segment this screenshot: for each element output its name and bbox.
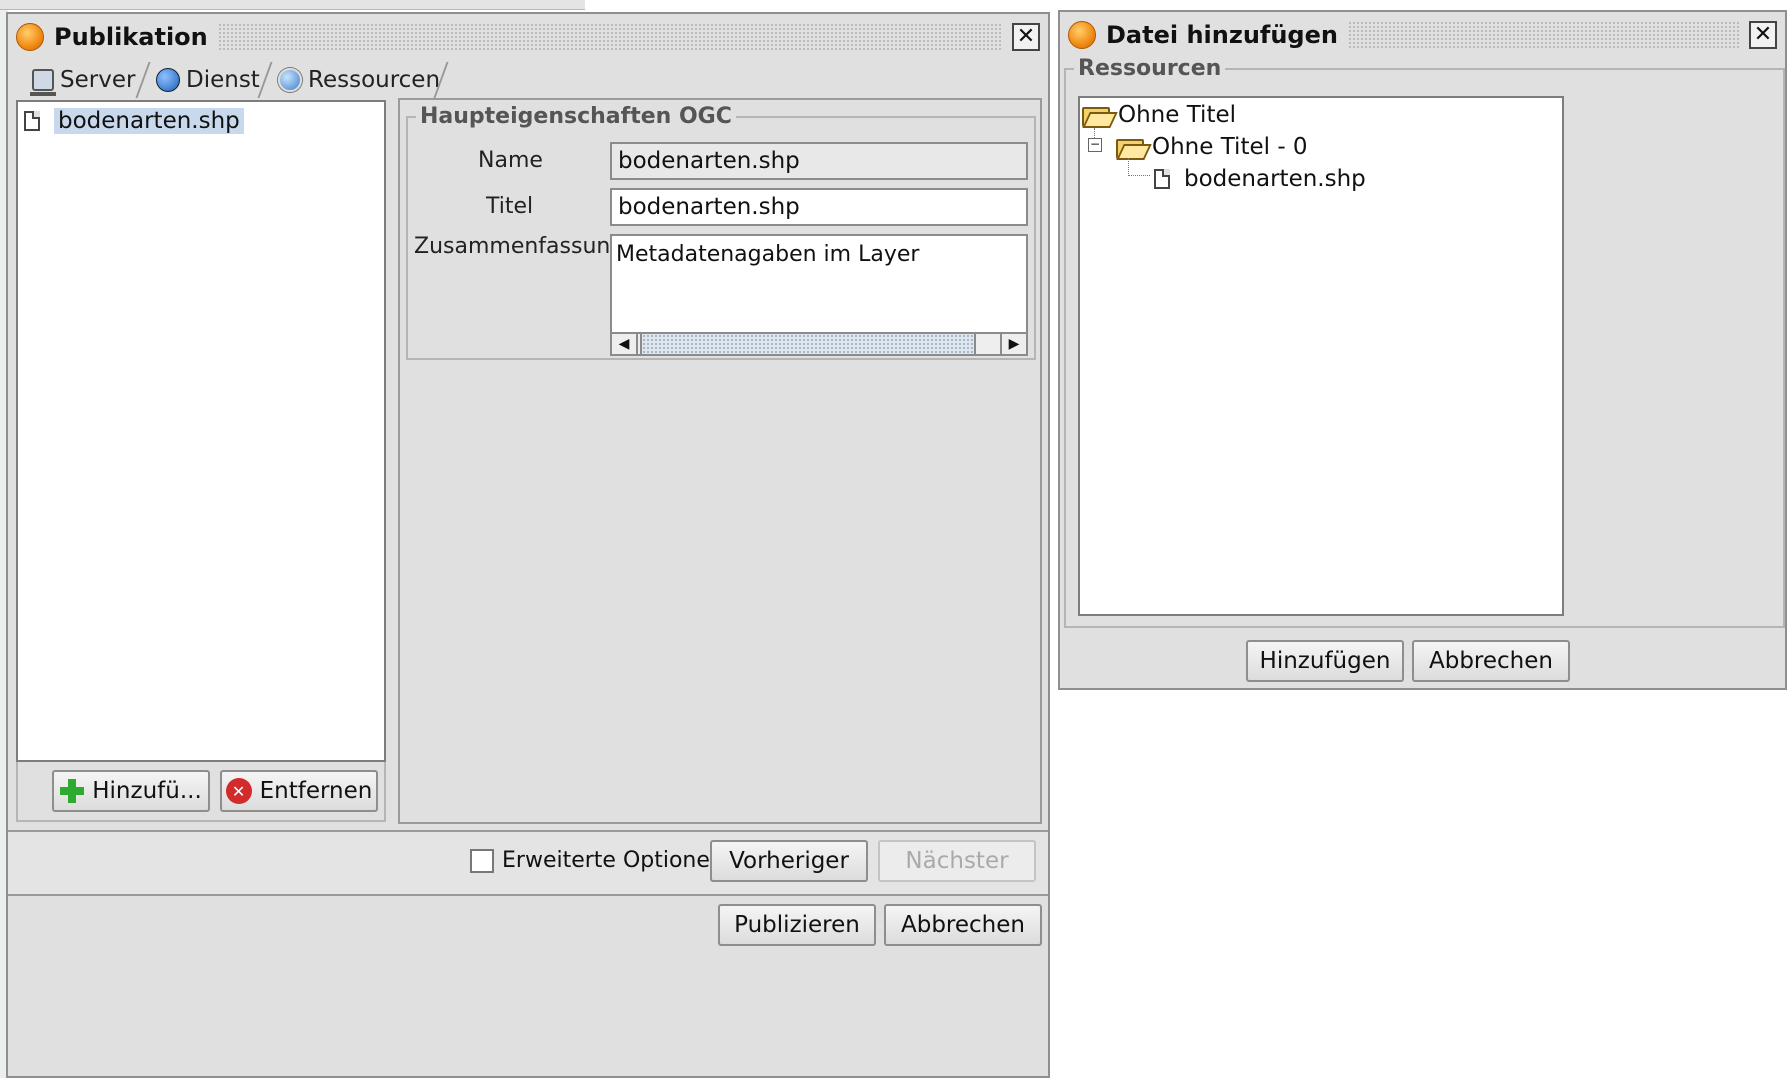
add-button[interactable]: Hinzufügen [1246, 640, 1404, 682]
file-icon [1154, 169, 1170, 189]
publikation-window: Publikation ✕ Server Dienst Ressourcen b… [6, 12, 1050, 1078]
name-label: Name [478, 148, 543, 173]
advanced-options-label: Erweiterte Optionen [502, 848, 724, 873]
scroll-thumb[interactable] [640, 334, 976, 354]
tab-ressourcen[interactable]: Ressourcen [278, 60, 440, 100]
list-item-label: bodenarten.shp [54, 108, 244, 134]
cancel-label: Abbrechen [1429, 648, 1553, 674]
title-value: bodenarten.shp [618, 194, 800, 220]
tab-bar: Server Dienst Ressourcen [16, 60, 456, 102]
remove-icon: ✕ [225, 778, 252, 804]
tab-server[interactable]: Server [30, 60, 136, 100]
tab-ressourcen-label: Ressourcen [308, 67, 441, 93]
title-field[interactable]: bodenarten.shp [610, 188, 1028, 226]
scroll-left-arrow[interactable]: ◀ [612, 334, 638, 354]
group-title: Ressourcen [1074, 56, 1226, 81]
server-icon [30, 69, 56, 96]
resource-tree[interactable]: Ohne Titel − Ohne Titel - 0 bodenarten.s… [1078, 96, 1564, 616]
add-file-dialog: Datei hinzufügen ✕ Ressourcen Ohne Titel… [1058, 10, 1787, 690]
previous-label: Vorheriger [729, 848, 849, 874]
dialog-title: Datei hinzufügen [1106, 21, 1338, 49]
tree-connector [1128, 158, 1150, 176]
app-logo-icon [16, 23, 44, 51]
plus-icon [60, 779, 85, 803]
add-resource-button[interactable]: Hinzufü... [52, 770, 210, 812]
add-resource-label: Hinzufü... [92, 778, 202, 804]
properties-panel: Haupteigenschaften OGC Name bodenarten.s… [398, 98, 1042, 824]
summary-value: Metadatenagaben im Layer [616, 242, 920, 267]
window-title: Publikation [54, 23, 208, 51]
next-label: Nächster [905, 848, 1009, 874]
tree-node-leaf[interactable]: bodenarten.shp [1154, 166, 1366, 192]
titlebar-grip [217, 23, 1002, 51]
layers-globe-icon [278, 68, 302, 92]
previous-button[interactable]: Vorheriger [710, 840, 868, 882]
cancel-button[interactable]: Abbrechen [884, 904, 1042, 946]
list-item[interactable]: bodenarten.shp [24, 108, 244, 134]
folder-open-icon [1082, 105, 1110, 127]
tab-dienst-label: Dienst [186, 67, 260, 93]
cancel-button[interactable]: Abbrechen [1412, 640, 1570, 682]
ogc-properties-group: Haupteigenschaften OGC Name bodenarten.s… [406, 104, 1036, 360]
add-file-titlebar[interactable]: Datei hinzufügen ✕ [1060, 12, 1785, 58]
publish-button[interactable]: Publizieren [718, 904, 876, 946]
tree-collapse-icon[interactable]: − [1088, 138, 1102, 152]
next-button[interactable]: Nächster [878, 840, 1036, 882]
tab-server-label: Server [60, 67, 136, 93]
file-icon [24, 111, 40, 131]
horizontal-scrollbar[interactable]: ◀ ▶ [610, 332, 1028, 356]
add-label: Hinzufügen [1259, 648, 1391, 674]
tree-node-root[interactable]: Ohne Titel [1082, 102, 1236, 128]
group-title: Haupteigenschaften OGC [416, 104, 736, 129]
app-logo-icon [1068, 21, 1096, 49]
cancel-label: Abbrechen [901, 912, 1025, 938]
tree-node-label: Ohne Titel - 0 [1152, 134, 1308, 160]
folder-open-icon [1116, 137, 1144, 159]
publish-label: Publizieren [734, 912, 860, 938]
titlebar-grip [1347, 21, 1739, 49]
tree-connector [1094, 128, 1095, 138]
title-label: Titel [486, 194, 534, 219]
tree-node-label: bodenarten.shp [1184, 166, 1366, 192]
tree-node-label: Ohne Titel [1118, 102, 1237, 128]
close-button[interactable]: ✕ [1749, 21, 1777, 49]
publikation-titlebar[interactable]: Publikation ✕ [8, 14, 1048, 60]
advanced-options-checkbox[interactable]: Erweiterte Optionen [470, 848, 724, 873]
remove-resource-label: Entfernen [259, 778, 373, 804]
background-window-edge [0, 0, 585, 10]
globe-icon [156, 68, 180, 92]
remove-resource-button[interactable]: ✕ Entfernen [220, 770, 378, 812]
summary-label: Zusammenfassung [414, 234, 625, 259]
tree-node-child[interactable]: Ohne Titel - 0 [1116, 134, 1308, 160]
name-field[interactable]: bodenarten.shp [610, 142, 1028, 180]
scroll-right-arrow[interactable]: ▶ [1000, 334, 1026, 354]
summary-textarea[interactable]: Metadatenagaben im Layer ◀ ▶ [610, 234, 1028, 356]
checkbox-box[interactable] [470, 848, 494, 873]
close-button[interactable]: ✕ [1012, 23, 1040, 51]
resource-list[interactable]: bodenarten.shp [16, 100, 386, 762]
ressourcen-group: Ressourcen Ohne Titel − Ohne Titel - 0 b… [1064, 56, 1785, 628]
name-value: bodenarten.shp [618, 148, 800, 174]
tab-dienst[interactable]: Dienst [156, 60, 260, 100]
